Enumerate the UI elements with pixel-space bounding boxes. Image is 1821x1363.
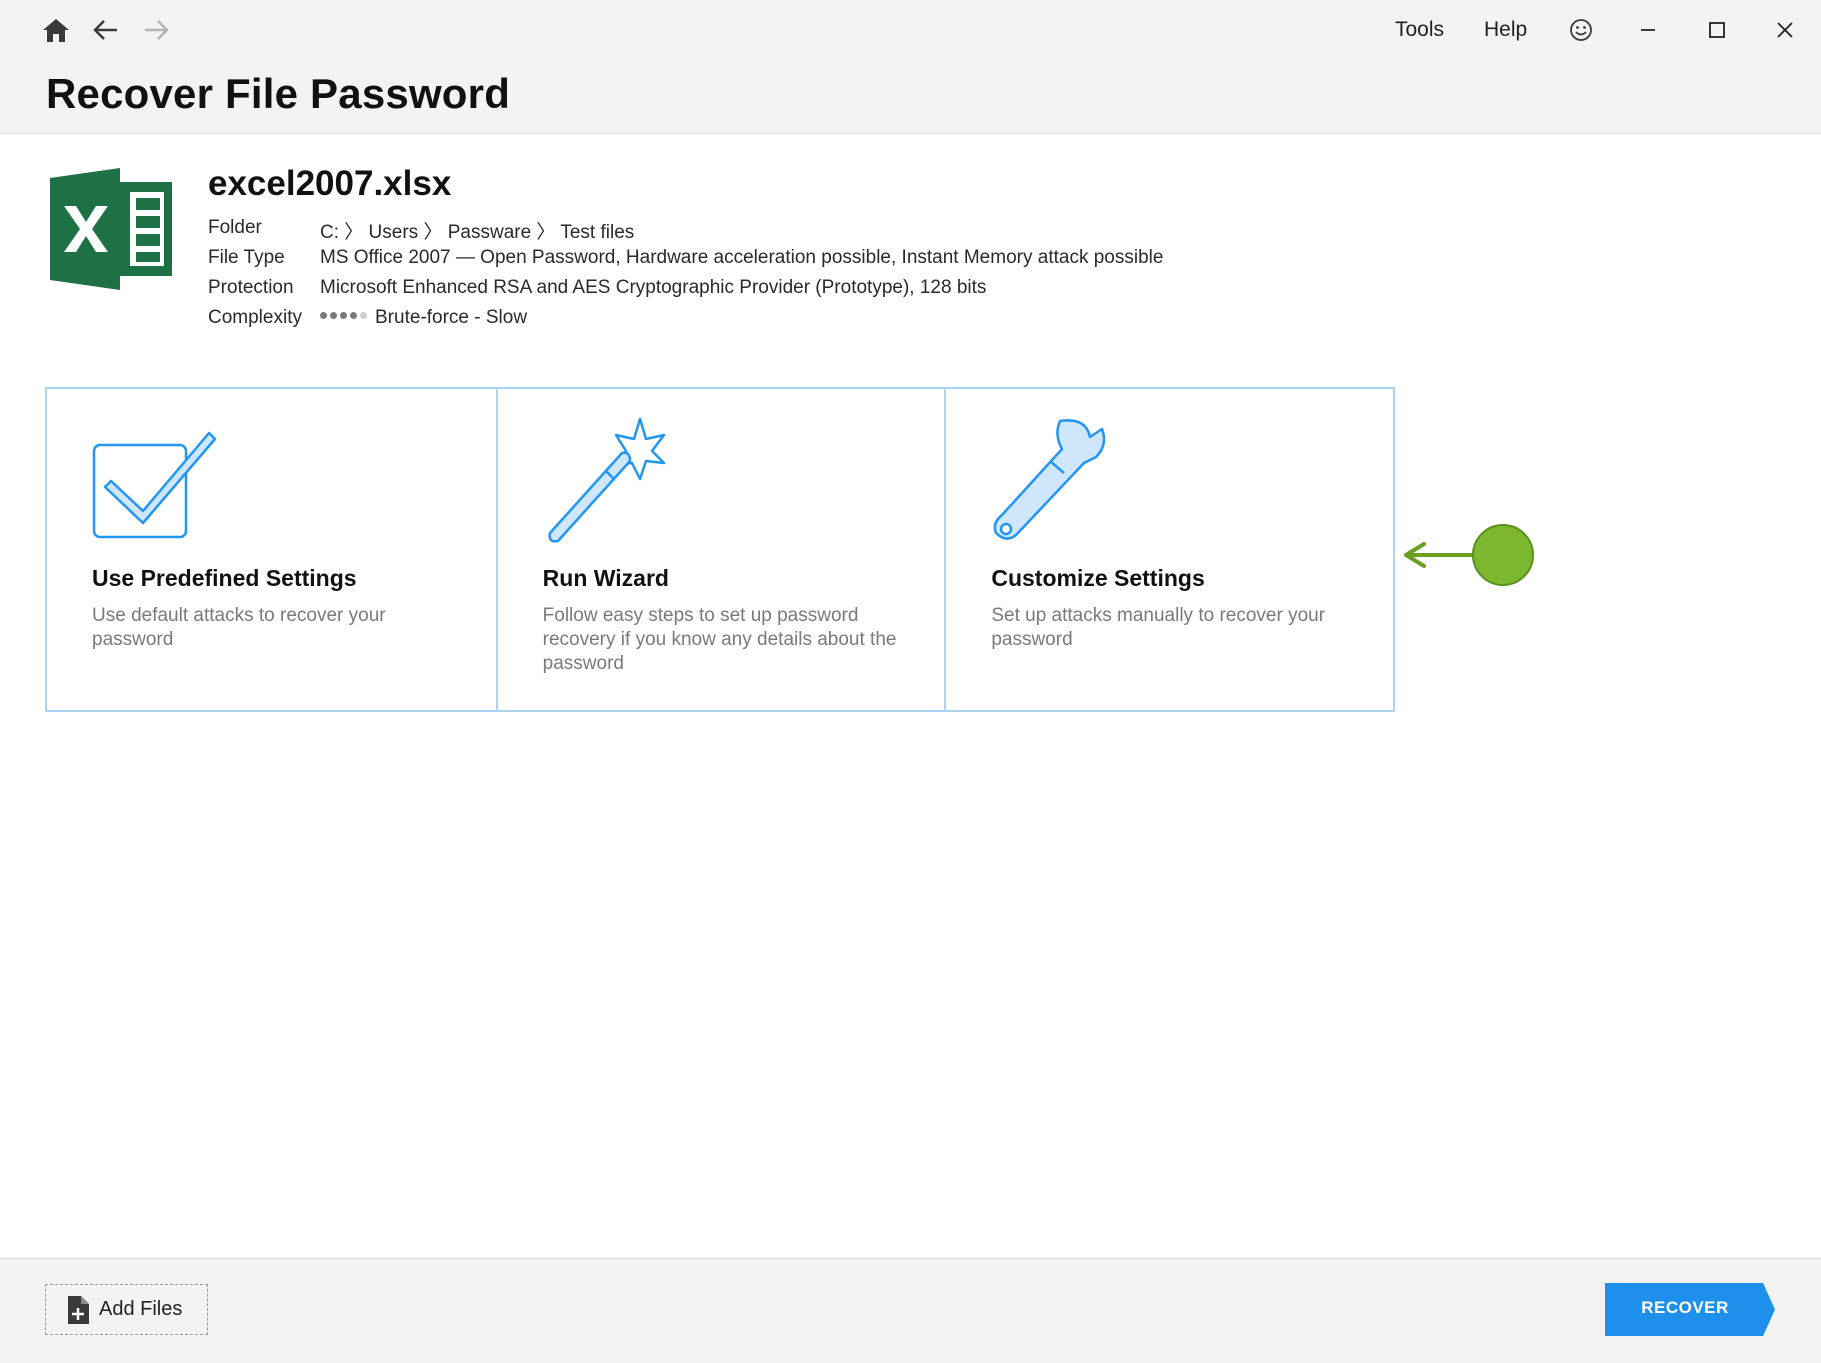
complexity-dot [340, 312, 347, 320]
complexity-text: Brute-force - Slow [375, 307, 528, 328]
excel-file-icon [50, 168, 172, 290]
add-file-icon [68, 1295, 89, 1324]
home-icon [43, 19, 69, 42]
minimize-icon [1641, 29, 1655, 31]
file-type-label: File Type [208, 247, 285, 268]
protection-label: Protection [208, 277, 294, 298]
forward-button[interactable] [134, 10, 178, 50]
maximize-icon [1709, 22, 1725, 38]
add-files-button[interactable]: Add Files [45, 1284, 208, 1335]
recover-button[interactable]: RECOVER [1605, 1283, 1775, 1336]
wrench-icon [993, 419, 1106, 540]
file-type-value: MS Office 2007 — Open Password, Hardware… [320, 247, 1164, 268]
arrow-left-icon [93, 20, 117, 40]
complexity-dots [320, 312, 367, 320]
green-pointer-arrow-icon [1404, 524, 1534, 586]
page-title: Recover File Password [46, 70, 511, 117]
arrow-right-icon [145, 20, 169, 40]
folder-path: C: 〉 Users 〉 Passware 〉 Test files [320, 222, 635, 243]
maximize-button[interactable] [1692, 8, 1742, 52]
card-title: Customize Settings [991, 565, 1205, 591]
back-button[interactable] [84, 10, 128, 50]
footer-bar: Add Files RECOVER [0, 1258, 1821, 1363]
recovery-options: Use Predefined Settings Use default atta… [45, 387, 1395, 712]
complexity-dot [330, 312, 337, 320]
folder-label: Folder [208, 217, 262, 238]
complexity-dot [350, 312, 357, 320]
complexity-dot [320, 312, 327, 320]
title-bar: Tools Help Recover File Password [0, 0, 1821, 134]
card-title: Run Wizard [542, 565, 669, 591]
complexity-label: Complexity [208, 307, 302, 328]
magic-wand-icon [548, 417, 665, 543]
card-description: Follow easy steps to set up password rec… [542, 605, 897, 674]
add-files-label: Add Files [99, 1298, 183, 1320]
card-description: Use default attacks to recover your pass… [92, 605, 386, 650]
close-icon [1777, 22, 1793, 38]
file-name: excel2007.xlsx [208, 164, 452, 203]
run-wizard-card[interactable]: Run Wizard Follow easy steps to set up p… [495, 389, 945, 710]
close-button[interactable] [1760, 8, 1810, 52]
feedback-button[interactable] [1556, 8, 1606, 52]
card-title: Use Predefined Settings [92, 565, 357, 591]
smiley-icon [1570, 19, 1592, 41]
recover-label: RECOVER [1641, 1298, 1729, 1317]
card-description: Set up attacks manually to recover your … [991, 605, 1326, 650]
customize-settings-card[interactable]: Customize Settings Set up attacks manual… [944, 389, 1393, 710]
minimize-button[interactable] [1623, 8, 1673, 52]
protection-value: Microsoft Enhanced RSA and AES Cryptogra… [320, 277, 987, 298]
home-button[interactable] [34, 10, 78, 50]
complexity-dot [360, 312, 367, 320]
tools-menu[interactable]: Tools [1395, 18, 1444, 42]
help-menu[interactable]: Help [1484, 18, 1527, 42]
complexity-value: Brute-force - Slow [320, 307, 527, 329]
use-predefined-settings-card[interactable]: Use Predefined Settings Use default atta… [47, 389, 496, 710]
checkbox-check-icon [92, 431, 217, 539]
